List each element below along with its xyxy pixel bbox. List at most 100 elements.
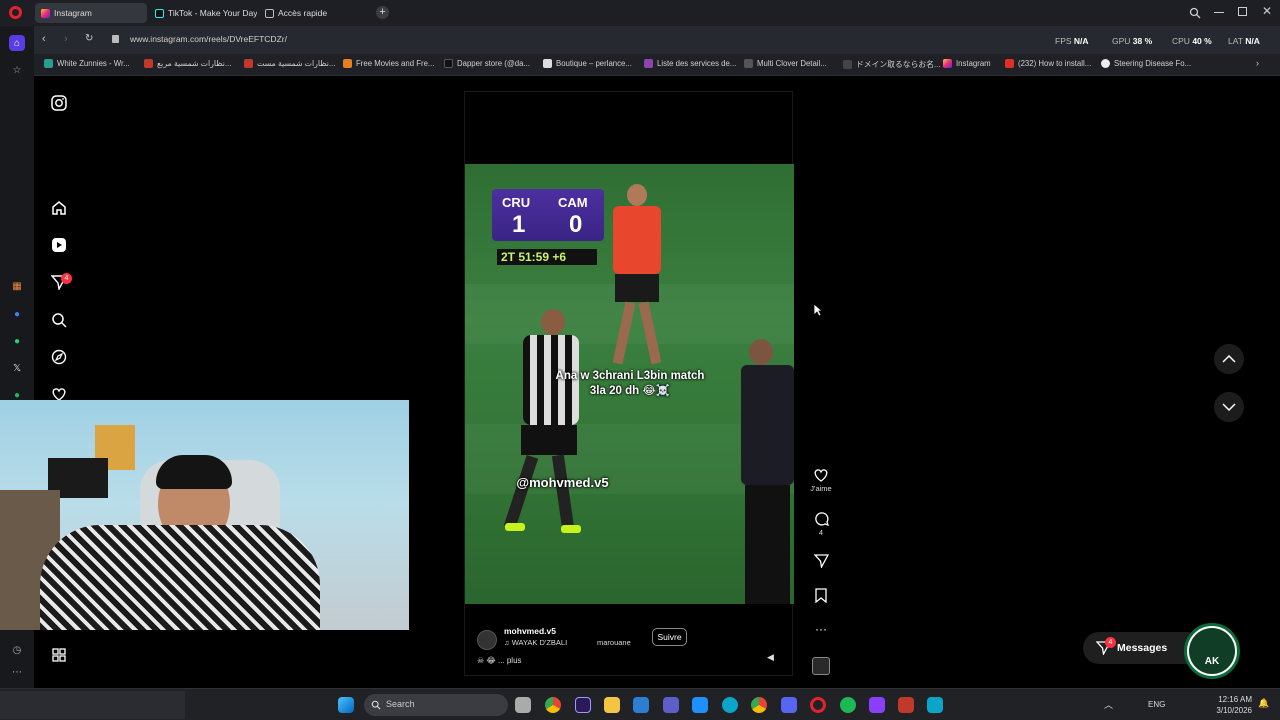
chrome-icon-2[interactable] <box>751 697 767 713</box>
heart-icon[interactable] <box>813 468 829 482</box>
search-tabs-icon[interactable] <box>1189 6 1201 19</box>
bookmark-item[interactable]: Multi Clover Detail... <box>744 59 827 68</box>
search-icon[interactable] <box>50 311 68 329</box>
app-icon-2[interactable] <box>869 697 885 713</box>
forward-button[interactable]: › <box>64 33 68 45</box>
search-icon <box>371 700 381 710</box>
bookmark-item[interactable]: Dapper store (@da... <box>444 59 530 68</box>
bookmark-item[interactable]: نظارات شمسية مست... <box>244 59 335 68</box>
tray-chevron-icon[interactable]: ︿ <box>1104 698 1113 711</box>
author-name[interactable]: mohvmed.v5 <box>504 626 556 636</box>
bookmark-item[interactable]: نظارات شمسية مربع... <box>144 59 231 68</box>
minimize-button[interactable] <box>1214 12 1224 13</box>
store-icon[interactable] <box>633 697 649 713</box>
opera-logo-icon[interactable] <box>9 6 22 19</box>
fps-label: FPS N/A <box>1055 36 1089 46</box>
windows-start-icon[interactable] <box>338 697 354 713</box>
more-options-action[interactable]: ··· <box>811 622 831 636</box>
app-icon-3[interactable] <box>898 697 914 713</box>
teams-icon[interactable] <box>663 697 679 713</box>
more-icon[interactable]: ⋯ <box>9 664 25 680</box>
ellipsis-icon[interactable]: ··· <box>815 622 827 636</box>
follow-button[interactable]: Suivre <box>652 628 687 646</box>
bookmark-item[interactable]: ドメイン取るならお名... <box>843 59 940 70</box>
cpu-label: CPU 40 % <box>1172 36 1212 46</box>
pin-icon[interactable]: ☆ <box>9 62 25 78</box>
language-indicator[interactable]: ENG <box>1148 700 1165 709</box>
webcam-overlay <box>0 400 409 630</box>
like-action[interactable]: J'aime <box>810 468 832 493</box>
explore-icon[interactable] <box>50 348 68 366</box>
audio-info[interactable]: ♫ WAYAK D'ZBALI <box>504 638 567 647</box>
tagged-user[interactable]: marouane <box>597 638 631 647</box>
match-clock: 2T 51:59 +6 <box>497 249 597 265</box>
bookmarks-more-icon[interactable]: › <box>1256 58 1259 68</box>
tab-tiktok[interactable]: TikTok - Make Your Day <box>149 3 257 23</box>
bookmark-item[interactable]: (232) How to install... <box>1005 59 1091 68</box>
tab-quick-access[interactable]: Accès rapide <box>259 3 369 23</box>
bookmark-item[interactable]: Boutique – perlance... <box>543 59 632 68</box>
clock[interactable]: 12:16 AM 3/10/2026 <box>1214 694 1252 716</box>
reels-icon[interactable] <box>50 236 68 254</box>
app-icon[interactable] <box>692 697 708 713</box>
messenger-icon[interactable]: ● <box>9 306 25 322</box>
share-action[interactable] <box>811 554 831 568</box>
ak-logo-inner <box>1189 628 1235 674</box>
home-icon[interactable] <box>50 199 68 217</box>
next-reel-button[interactable] <box>1214 392 1244 422</box>
comment-action[interactable]: 4 <box>811 511 831 537</box>
ak-logo: AK <box>1184 623 1240 679</box>
reload-button[interactable]: ↻ <box>85 33 93 44</box>
tab-label: Accès rapide <box>278 8 328 18</box>
app-icon-4[interactable] <box>927 697 943 713</box>
discord-icon[interactable] <box>781 697 797 713</box>
more-menu-icon[interactable] <box>50 646 68 664</box>
bookmark-icon[interactable] <box>815 588 827 603</box>
previous-reel-button[interactable] <box>1214 344 1244 374</box>
x-icon[interactable]: 𝕏 <box>9 360 25 376</box>
description-more[interactable]: ☠ 😂 ... plus <box>477 656 522 665</box>
bookmark-item[interactable]: White Zunnies - Wr... <box>44 59 130 68</box>
messages-badge: 4 <box>1105 637 1116 648</box>
home-icon[interactable]: ⌂ <box>9 35 25 51</box>
whatsapp-icon[interactable]: ● <box>9 333 25 349</box>
share-icon[interactable] <box>813 554 829 568</box>
edge-icon[interactable] <box>722 697 738 713</box>
chrome-icon[interactable] <box>545 697 561 713</box>
search-placeholder: Search <box>386 699 415 709</box>
close-button[interactable]: ✕ <box>1262 4 1272 18</box>
file-explorer-icon[interactable] <box>604 697 620 713</box>
new-tab-button[interactable]: + <box>376 6 389 19</box>
bookmark-item[interactable]: Instagram <box>943 59 991 68</box>
bookmark-item[interactable]: Free Movies and Fre... <box>343 59 434 68</box>
back-button[interactable]: ‹ <box>42 33 46 45</box>
instagram-logo-icon[interactable] <box>50 94 68 112</box>
history-icon[interactable]: ◷ <box>9 642 25 658</box>
ak-logo-text: AK <box>1204 656 1220 667</box>
away-score: 0 <box>569 211 583 238</box>
tab-instagram[interactable]: Instagram <box>35 3 147 23</box>
notification-bell-icon[interactable]: 🔔 <box>1258 698 1269 709</box>
author-avatar[interactable] <box>477 630 497 650</box>
task-view-icon[interactable] <box>515 697 531 713</box>
gpu-label: GPU 38 % <box>1112 36 1153 46</box>
save-action[interactable] <box>811 588 831 603</box>
apps-icon[interactable]: ▦ <box>9 278 25 294</box>
instagram-favicon-icon <box>41 8 50 18</box>
bookmark-item[interactable]: Steering Disease Fo... <box>1101 59 1191 68</box>
audio-thumbnail[interactable] <box>812 657 830 675</box>
maximize-button[interactable] <box>1238 7 1247 16</box>
reel-video[interactable]: CRU CAM 1 0 2T 51:59 +6 Ana w 3chrani L3… <box>464 91 794 676</box>
scoreboard: CRU CAM 1 0 <box>492 189 604 241</box>
comment-icon[interactable] <box>814 511 829 526</box>
person-hair <box>156 455 232 489</box>
taskbar-search[interactable]: Search <box>364 694 508 716</box>
premiere-icon[interactable] <box>575 697 591 713</box>
player-striped <box>503 309 585 539</box>
url-field[interactable]: www.instagram.com/reels/DVreEFTCDZr/ <box>130 34 287 44</box>
home-team: CRU <box>502 195 531 210</box>
bookmark-item[interactable]: Liste des services de... <box>644 59 736 68</box>
mute-icon[interactable]: ◀ <box>767 652 774 663</box>
opera-icon[interactable] <box>810 697 826 713</box>
spotify-icon[interactable] <box>840 697 856 713</box>
